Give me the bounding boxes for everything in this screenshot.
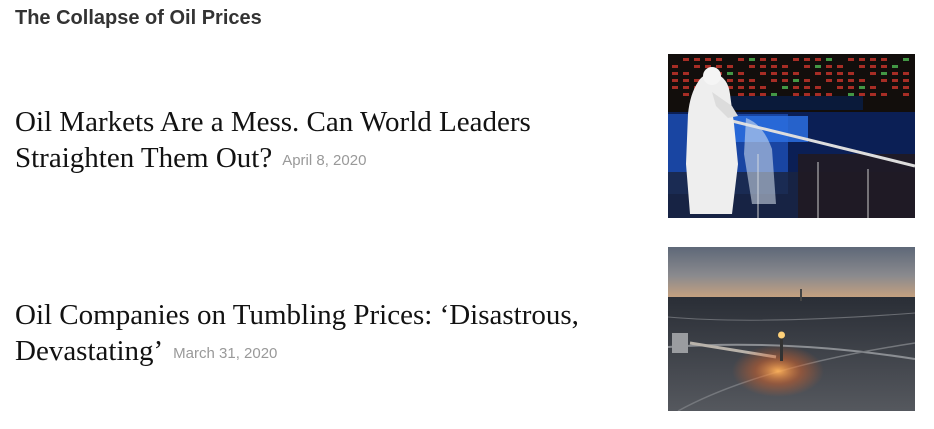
story-item-oil-markets: Oil Markets Are a Mess. Can World Leader… <box>15 104 595 176</box>
headline-line-2: Devastating’ <box>15 335 164 367</box>
story-headline-link[interactable]: Oil Markets Are a Mess. Can World Leader… <box>15 106 531 174</box>
section-title[interactable]: The Collapse of Oil Prices <box>15 5 262 31</box>
headline-line-2: Straighten Them Out? <box>15 142 273 174</box>
oil-field-flare-photo[interactable] <box>668 247 915 411</box>
story-date: April 8, 2020 <box>282 152 367 169</box>
headline-line-1: Oil Companies on Tumbling Prices: ‘Disas… <box>15 299 579 331</box>
headline-line-1: Oil Markets Are a Mess. Can World Leader… <box>15 106 531 138</box>
stock-exchange-photo-graphic <box>668 54 915 218</box>
stock-exchange-trader-photo[interactable] <box>668 54 915 218</box>
oil-field-photo-graphic <box>668 247 915 411</box>
story-headline-link[interactable]: Oil Companies on Tumbling Prices: ‘Disas… <box>15 299 579 367</box>
story-item-oil-companies: Oil Companies on Tumbling Prices: ‘Disas… <box>15 297 595 369</box>
story-date: March 31, 2020 <box>173 345 278 362</box>
